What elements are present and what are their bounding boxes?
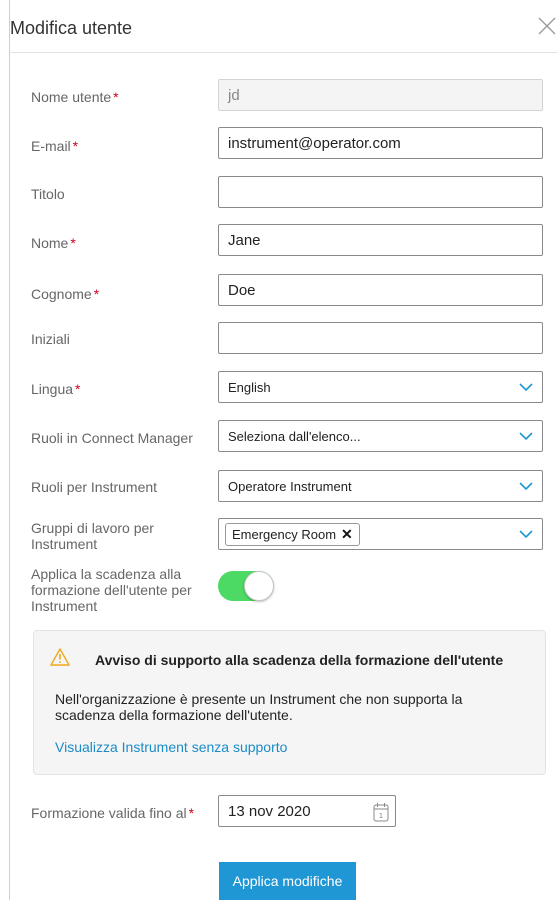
lingua-label: Lingua * bbox=[31, 381, 81, 397]
gruppi-label-line2: Instrument bbox=[31, 536, 98, 552]
cognome-label: Cognome * bbox=[31, 286, 99, 302]
titolo-label-text: Titolo bbox=[31, 186, 65, 202]
svg-text:1: 1 bbox=[379, 812, 383, 820]
view-unsupported-link[interactable]: Visualizza Instrument senza supporto bbox=[55, 739, 287, 755]
email-field[interactable]: instrument@operator.com bbox=[218, 127, 543, 159]
close-icon[interactable] bbox=[537, 16, 557, 36]
username-label-text: Nome utente bbox=[31, 89, 112, 105]
tag-chip: Emergency Room ✕ bbox=[225, 522, 360, 546]
required-marker: * bbox=[75, 381, 81, 397]
scadenza-label: Applica la scadenza alla formazione dell… bbox=[31, 566, 192, 614]
lingua-value: English bbox=[228, 379, 271, 395]
username-field: jd bbox=[218, 79, 543, 111]
nome-label-text: Nome bbox=[31, 235, 69, 251]
cognome-field[interactable]: Doe bbox=[218, 274, 543, 306]
nome-label: Nome * bbox=[31, 235, 76, 251]
required-marker: * bbox=[93, 286, 100, 302]
ruoli-cm-label-text: Ruoli in Connect Manager bbox=[31, 430, 193, 446]
formazione-date-field[interactable]: 13 nov 2020 1 bbox=[218, 795, 396, 827]
warning-icon bbox=[50, 648, 70, 666]
apply-changes-button[interactable]: Applica modifiche bbox=[219, 862, 356, 900]
username-value: jd bbox=[228, 86, 240, 104]
formazione-label: Formazione valida fino al * bbox=[31, 805, 194, 821]
nome-field[interactable]: Jane bbox=[218, 224, 543, 256]
ruoli-instr-label: Ruoli per Instrument bbox=[31, 479, 157, 495]
toggle-knob bbox=[244, 571, 274, 601]
chevron-down-icon bbox=[519, 432, 533, 441]
lingua-label-text: Lingua bbox=[31, 381, 74, 397]
iniziali-label: Iniziali bbox=[31, 331, 70, 347]
ruoli-cm-label: Ruoli in Connect Manager bbox=[31, 430, 193, 446]
ruoli-instr-label-text: Ruoli per Instrument bbox=[31, 479, 158, 495]
gruppi-label: Gruppi di lavoro per Instrument bbox=[31, 520, 154, 552]
chevron-down-icon bbox=[519, 482, 533, 491]
gruppi-multiselect[interactable]: Emergency Room ✕ bbox=[218, 518, 543, 550]
notice-title: Avviso di supporto alla scadenza della f… bbox=[95, 652, 504, 668]
scadenza-label-line2: formazione dell'utente per bbox=[31, 582, 192, 598]
ruoli-instr-value: Operatore Instrument bbox=[228, 478, 352, 494]
titolo-label: Titolo bbox=[31, 186, 65, 202]
tag-remove-icon[interactable]: ✕ bbox=[341, 526, 353, 543]
required-marker: * bbox=[188, 805, 195, 821]
iniziali-label-text: Iniziali bbox=[31, 331, 70, 347]
chevron-down-icon bbox=[519, 383, 533, 392]
required-marker: * bbox=[70, 235, 76, 251]
username-label: Nome utente * bbox=[31, 89, 119, 105]
tag-label: Emergency Room bbox=[232, 526, 337, 542]
cognome-value: Doe bbox=[228, 281, 256, 299]
formazione-date-value: 13 nov 2020 bbox=[228, 802, 311, 820]
dialog-title: Modifica utente bbox=[10, 18, 133, 38]
ruoli-instr-select[interactable]: Operatore Instrument bbox=[218, 470, 543, 502]
calendar-icon[interactable]: 1 bbox=[373, 802, 389, 822]
iniziali-field[interactable] bbox=[218, 322, 543, 354]
lingua-select[interactable]: English bbox=[218, 371, 543, 403]
formazione-label-text: Formazione valida fino al bbox=[31, 805, 187, 821]
email-label-text: E-mail bbox=[31, 138, 71, 154]
titolo-field[interactable] bbox=[218, 176, 543, 208]
email-label: E-mail * bbox=[31, 138, 78, 154]
ruoli-cm-select[interactable]: Seleziona dall'elenco... bbox=[218, 420, 543, 452]
scadenza-toggle[interactable] bbox=[218, 571, 274, 601]
required-marker: * bbox=[113, 89, 119, 105]
notice-body: Nell'organizzazione è presente un Instru… bbox=[55, 691, 463, 723]
chevron-down-icon bbox=[519, 530, 533, 539]
email-value: instrument@operator.com bbox=[228, 134, 401, 152]
cognome-label-text: Cognome bbox=[31, 286, 92, 302]
scadenza-label-line1: Applica la scadenza alla bbox=[31, 566, 182, 582]
scadenza-label-line3: Instrument bbox=[31, 598, 98, 614]
ruoli-cm-value: Seleziona dall'elenco... bbox=[228, 428, 361, 444]
required-marker: * bbox=[72, 138, 79, 154]
gruppi-label-line1: Gruppi di lavoro per bbox=[31, 520, 154, 536]
support-notice: Avviso di supporto alla scadenza della f… bbox=[33, 630, 546, 775]
edit-user-dialog: Modifica utente Nome utente * jd E-mail * … bbox=[9, 0, 558, 900]
nome-value: Jane bbox=[228, 231, 261, 249]
dialog-header: Modifica utente bbox=[10, 0, 558, 53]
